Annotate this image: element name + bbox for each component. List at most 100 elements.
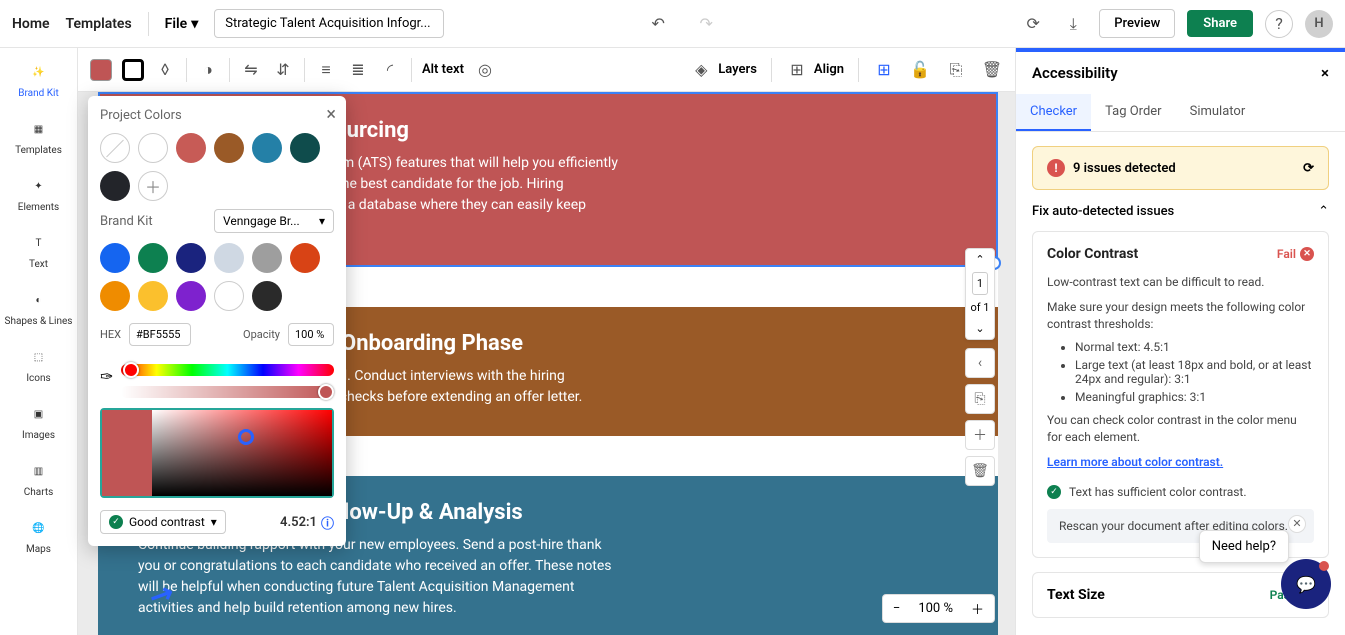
redo-button[interactable]: ↷ bbox=[692, 10, 720, 38]
sidebar-item-icons[interactable]: ⬚Icons bbox=[26, 345, 50, 384]
transparency-icon[interactable]: ◑ bbox=[197, 59, 219, 81]
color-swatch[interactable] bbox=[252, 133, 282, 163]
color-swatch[interactable] bbox=[290, 243, 320, 273]
hue-slider[interactable] bbox=[121, 364, 334, 376]
lock-icon[interactable]: 🔓 bbox=[909, 59, 931, 81]
align-icon[interactable]: ≡ bbox=[315, 59, 337, 81]
delete-icon[interactable]: 🗑 bbox=[981, 59, 1003, 81]
sidebar-item-maps[interactable]: 🌐Maps bbox=[26, 516, 51, 555]
delete-page-button[interactable]: 🗑 bbox=[965, 456, 995, 486]
flip-v-icon[interactable]: ⇵ bbox=[272, 59, 294, 81]
color-swatch[interactable] bbox=[100, 243, 130, 273]
chat-button[interactable]: 💬 bbox=[1281, 559, 1331, 609]
sidebar-item-text[interactable]: TText bbox=[27, 231, 51, 270]
copy-icon[interactable]: ⎘ bbox=[945, 59, 967, 81]
circle-icon[interactable]: ◎ bbox=[474, 59, 496, 81]
alpha-thumb[interactable] bbox=[318, 384, 334, 400]
contrast-status[interactable]: ✓ Good contrast ▾ bbox=[100, 510, 226, 534]
color-swatch[interactable] bbox=[214, 243, 244, 273]
color-swatch[interactable] bbox=[176, 133, 206, 163]
share-button[interactable]: Share bbox=[1187, 10, 1253, 37]
saturation-picker[interactable] bbox=[100, 408, 334, 498]
color-swatch[interactable] bbox=[138, 281, 168, 311]
left-sidebar: ✨Brand Kit ▦Templates ✦Elements TText ◐S… bbox=[0, 48, 78, 635]
zoom-in-button[interactable]: ＋ bbox=[961, 595, 994, 622]
sidebar-label: Images bbox=[22, 430, 55, 441]
eyedropper-icon[interactable]: ✑ bbox=[100, 367, 113, 386]
chevron-down-icon: ▾ bbox=[211, 515, 217, 529]
color-swatch[interactable] bbox=[138, 243, 168, 273]
templates-link[interactable]: Templates bbox=[66, 16, 132, 32]
preview-button[interactable]: Preview bbox=[1099, 9, 1175, 38]
refresh-icon[interactable]: ⟳ bbox=[1303, 161, 1314, 176]
sync-icon[interactable]: ⟳ bbox=[1019, 10, 1047, 38]
file-menu[interactable]: File▾ bbox=[165, 16, 199, 32]
sidebar-item-templates[interactable]: ▦Templates bbox=[15, 117, 62, 156]
flip-h-icon[interactable]: ⇋ bbox=[240, 59, 262, 81]
text-icon: T bbox=[27, 231, 51, 255]
learn-more-link[interactable]: Learn more about color contrast. bbox=[1047, 455, 1223, 469]
color-swatch[interactable] bbox=[100, 281, 130, 311]
sidebar-item-charts[interactable]: ▥Charts bbox=[24, 459, 54, 498]
issue-li: Meaningful graphics: 3:1 bbox=[1075, 390, 1314, 404]
close-icon[interactable]: × bbox=[1321, 64, 1329, 82]
check-icon: ✓ bbox=[109, 515, 123, 529]
saturation-thumb[interactable] bbox=[238, 429, 254, 445]
tab-tagorder[interactable]: Tag Order bbox=[1091, 94, 1176, 131]
border-color-button[interactable] bbox=[122, 59, 144, 81]
color-swatch[interactable] bbox=[138, 133, 168, 163]
sidebar-item-images[interactable]: ▣Images bbox=[22, 402, 55, 441]
no-color-swatch[interactable] bbox=[100, 133, 130, 163]
page-up-button[interactable]: ⌃ bbox=[971, 249, 988, 270]
fix-issues-toggle[interactable]: Fix auto-detected issues⌃ bbox=[1032, 204, 1329, 219]
alt-text-button[interactable]: Alt text bbox=[422, 62, 464, 77]
alpha-slider[interactable] bbox=[121, 386, 334, 398]
distribute-icon[interactable]: ≣ bbox=[347, 59, 369, 81]
hex-input[interactable] bbox=[129, 323, 191, 346]
contrast-label: Good contrast bbox=[129, 515, 205, 529]
collapse-button[interactable]: ‹ bbox=[965, 348, 995, 378]
color-swatch[interactable] bbox=[252, 281, 282, 311]
tab-simulator[interactable]: Simulator bbox=[1176, 94, 1260, 131]
page-down-button[interactable]: ⌄ bbox=[971, 318, 988, 339]
close-icon[interactable]: × bbox=[326, 104, 336, 125]
color-swatch[interactable] bbox=[176, 243, 206, 273]
document-title-input[interactable]: Strategic Talent Acquisition Infogr... bbox=[214, 9, 444, 38]
color-swatch[interactable] bbox=[100, 171, 130, 201]
need-help-tooltip[interactable]: Need help? bbox=[1199, 530, 1289, 563]
avatar[interactable]: H bbox=[1305, 10, 1333, 38]
help-icon[interactable]: ? bbox=[1265, 10, 1293, 38]
corner-icon[interactable]: ◜ bbox=[379, 59, 401, 81]
opacity-input[interactable] bbox=[288, 323, 334, 346]
color-swatch[interactable] bbox=[176, 281, 206, 311]
rescan-close-button[interactable]: ✕ bbox=[1288, 515, 1306, 533]
drop-icon[interactable]: ◊ bbox=[154, 59, 176, 81]
color-swatch[interactable] bbox=[214, 133, 244, 163]
tab-checker[interactable]: Checker bbox=[1016, 94, 1091, 131]
zoom-value[interactable]: 100 % bbox=[910, 597, 961, 620]
download-icon[interactable]: ⤓ bbox=[1059, 10, 1087, 38]
page-current[interactable]: 1 bbox=[972, 272, 988, 295]
add-page-button[interactable]: ＋ bbox=[965, 420, 995, 450]
brand-colors-row2 bbox=[100, 281, 334, 311]
undo-button[interactable]: ↶ bbox=[644, 10, 672, 38]
issues-text: 9 issues detected bbox=[1073, 161, 1176, 176]
color-swatch[interactable] bbox=[290, 133, 320, 163]
wand-icon: ✨ bbox=[26, 60, 50, 84]
add-color-button[interactable]: ＋ bbox=[138, 171, 168, 201]
sidebar-item-shapes[interactable]: ◐Shapes & Lines bbox=[5, 288, 73, 327]
sidebar-item-brandkit[interactable]: ✨Brand Kit bbox=[18, 60, 58, 99]
duplicate-page-button[interactable]: ⎘ bbox=[965, 384, 995, 414]
fill-color-button[interactable] bbox=[90, 59, 112, 81]
info-icon[interactable]: ⓘ bbox=[321, 513, 334, 532]
color-swatch[interactable] bbox=[252, 243, 282, 273]
zoom-out-button[interactable]: − bbox=[883, 597, 910, 620]
layers-button[interactable]: Layers bbox=[718, 62, 757, 77]
home-link[interactable]: Home bbox=[12, 16, 50, 32]
align-button[interactable]: Align bbox=[814, 62, 844, 77]
color-swatch[interactable] bbox=[214, 281, 244, 311]
hue-thumb[interactable] bbox=[123, 362, 139, 378]
sidebar-item-elements[interactable]: ✦Elements bbox=[18, 174, 59, 213]
grid-icon[interactable]: ⊞ bbox=[873, 59, 895, 81]
brand-kit-select[interactable]: Venngage Br...▾ bbox=[214, 209, 334, 233]
